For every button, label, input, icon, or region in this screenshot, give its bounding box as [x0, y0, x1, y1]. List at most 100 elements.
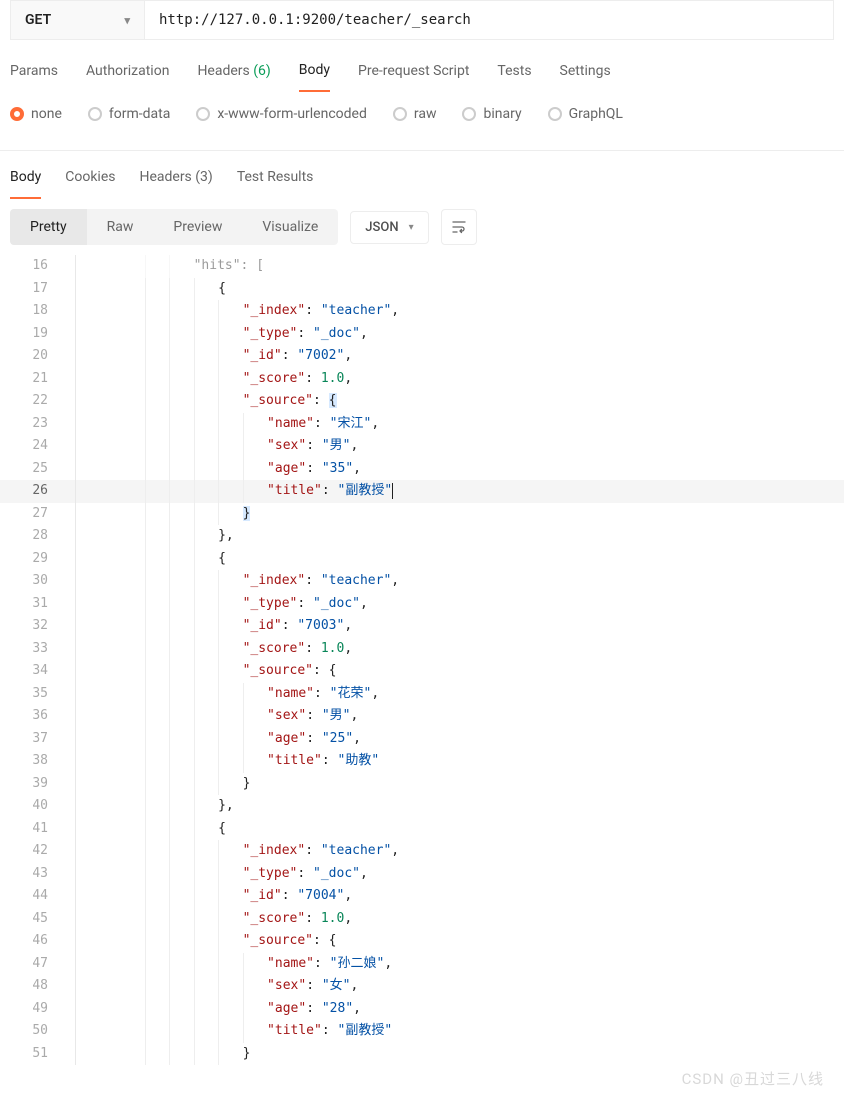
url-input[interactable]: http://127.0.0.1:9200/teacher/_search — [145, 0, 834, 40]
line-number: 28 — [0, 525, 62, 548]
code-line[interactable]: 46 "_source": { — [0, 930, 844, 953]
tab-headers[interactable]: Headers (6) — [197, 57, 270, 91]
code-line[interactable]: 42 "_index": "teacher", — [0, 840, 844, 863]
code-line[interactable]: 36 "sex": "男", — [0, 705, 844, 728]
body-type-form-data[interactable]: form-data — [88, 106, 170, 122]
code-line[interactable]: 22 "_source": { — [0, 390, 844, 413]
line-number: 16 — [0, 255, 62, 278]
view-mode-raw[interactable]: Raw — [87, 209, 154, 245]
code-line[interactable]: 20 "_id": "7002", — [0, 345, 844, 368]
code-line[interactable]: 33 "_score": 1.0, — [0, 638, 844, 661]
code-line[interactable]: 26 "title": "副教授" — [0, 480, 844, 503]
response-tabs: Body Cookies Headers (3) Test Results — [0, 151, 844, 199]
tab-params[interactable]: Params — [10, 57, 58, 91]
view-mode-preview[interactable]: Preview — [153, 209, 242, 245]
view-mode-visualize[interactable]: Visualize — [242, 209, 338, 245]
code-line[interactable]: 31 "_type": "_doc", — [0, 593, 844, 616]
code-line[interactable]: 41 { — [0, 818, 844, 841]
line-number: 33 — [0, 638, 62, 661]
line-number: 32 — [0, 615, 62, 638]
response-tab-test-results[interactable]: Test Results — [237, 165, 314, 199]
code-line[interactable]: 44 "_id": "7004", — [0, 885, 844, 908]
fold-gutter — [62, 885, 76, 908]
code-line[interactable]: 51 } — [0, 1043, 844, 1066]
fold-gutter — [62, 840, 76, 863]
code-line[interactable]: 23 "name": "宋江", — [0, 413, 844, 436]
code-content: "_index": "teacher", — [82, 840, 844, 863]
code-line[interactable]: 35 "name": "花荣", — [0, 683, 844, 706]
response-tab-body[interactable]: Body — [10, 165, 41, 199]
code-line[interactable]: 38 "title": "助教" — [0, 750, 844, 773]
body-type-none[interactable]: none — [10, 106, 62, 122]
tab-tests[interactable]: Tests — [497, 57, 531, 91]
body-type-GraphQL[interactable]: GraphQL — [548, 106, 623, 122]
tab-pre-request-script[interactable]: Pre-request Script — [358, 57, 469, 91]
code-content: { — [82, 548, 844, 571]
code-line[interactable]: 28 }, — [0, 525, 844, 548]
code-line[interactable]: 43 "_type": "_doc", — [0, 863, 844, 886]
tab-body[interactable]: Body — [299, 56, 330, 92]
code-content: "_id": "7004", — [82, 885, 844, 908]
wrap-icon — [451, 219, 467, 235]
fold-gutter — [62, 525, 76, 548]
body-type-x-www-form-urlencoded[interactable]: x-www-form-urlencoded — [196, 106, 367, 122]
code-line[interactable]: 25 "age": "35", — [0, 458, 844, 481]
line-number: 18 — [0, 300, 62, 323]
fold-gutter — [62, 660, 76, 683]
http-method-select[interactable]: GET ▾ — [10, 0, 145, 40]
code-line[interactable]: 16 "hits": [ — [0, 255, 844, 278]
code-line[interactable]: 37 "age": "25", — [0, 728, 844, 751]
tab-authorization[interactable]: Authorization — [86, 57, 169, 91]
view-mode-pretty[interactable]: Pretty — [10, 209, 87, 245]
code-content: { — [82, 818, 844, 841]
fold-gutter — [62, 345, 76, 368]
fold-gutter — [62, 773, 76, 796]
body-type-row: none form-data x-www-form-urlencoded raw bin… — [0, 92, 844, 138]
fold-gutter — [62, 863, 76, 886]
code-content: "age": "28", — [82, 998, 844, 1021]
line-number: 26 — [0, 480, 62, 503]
code-line[interactable]: 49 "age": "28", — [0, 998, 844, 1021]
fold-gutter — [62, 930, 76, 953]
code-line[interactable]: 45 "_score": 1.0, — [0, 908, 844, 931]
code-line[interactable]: 40 }, — [0, 795, 844, 818]
line-number: 46 — [0, 930, 62, 953]
code-line[interactable]: 32 "_id": "7003", — [0, 615, 844, 638]
line-number: 21 — [0, 368, 62, 391]
tab-settings[interactable]: Settings — [560, 57, 611, 91]
code-line[interactable]: 21 "_score": 1.0, — [0, 368, 844, 391]
code-line[interactable]: 24 "sex": "男", — [0, 435, 844, 458]
body-type-binary[interactable]: binary — [462, 106, 521, 122]
code-line[interactable]: 47 "name": "孙二娘", — [0, 953, 844, 976]
fold-gutter — [62, 728, 76, 751]
code-line[interactable]: 30 "_index": "teacher", — [0, 570, 844, 593]
format-select[interactable]: JSON ▾ — [350, 211, 428, 244]
line-number: 22 — [0, 390, 62, 413]
code-line[interactable]: 50 "title": "副教授" — [0, 1020, 844, 1043]
response-body-editor[interactable]: 16 "hits": [17 {18 "_index": "teacher",1… — [0, 255, 844, 1065]
code-line[interactable]: 39 } — [0, 773, 844, 796]
fold-gutter — [62, 255, 76, 278]
code-content: "_index": "teacher", — [82, 570, 844, 593]
line-wrap-button[interactable] — [441, 209, 477, 245]
code-line[interactable]: 27 } — [0, 503, 844, 526]
code-content: "title": "助教" — [82, 750, 844, 773]
line-number: 40 — [0, 795, 62, 818]
body-type-raw[interactable]: raw — [393, 106, 437, 122]
response-tab-cookies[interactable]: Cookies — [65, 165, 115, 199]
fold-gutter — [62, 593, 76, 616]
chevron-down-icon: ▾ — [409, 222, 414, 233]
line-number: 37 — [0, 728, 62, 751]
fold-gutter — [62, 323, 76, 346]
fold-gutter — [62, 908, 76, 931]
code-line[interactable]: 48 "sex": "女", — [0, 975, 844, 998]
response-tab-headers[interactable]: Headers (3) — [139, 165, 212, 199]
code-line[interactable]: 29 { — [0, 548, 844, 571]
fold-gutter — [62, 795, 76, 818]
http-method-value: GET — [25, 12, 51, 28]
watermark: CSDN @丑过三八线 — [682, 1068, 824, 1089]
code-line[interactable]: 17 { — [0, 278, 844, 301]
code-line[interactable]: 34 "_source": { — [0, 660, 844, 683]
code-line[interactable]: 18 "_index": "teacher", — [0, 300, 844, 323]
code-line[interactable]: 19 "_type": "_doc", — [0, 323, 844, 346]
